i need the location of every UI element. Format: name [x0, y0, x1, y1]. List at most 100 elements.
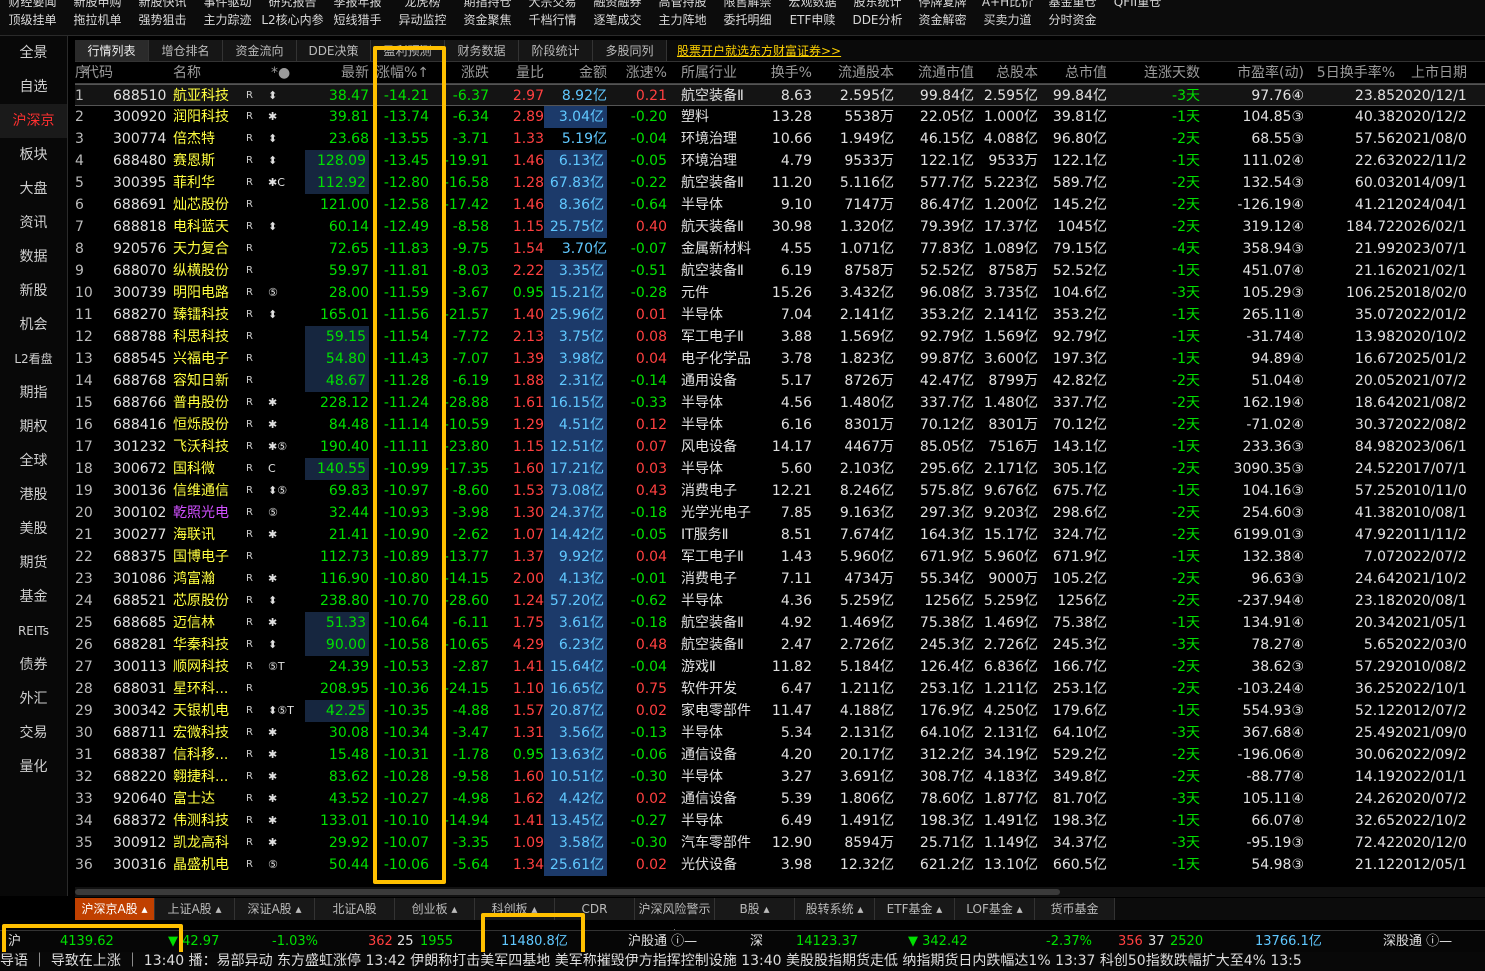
table-row[interactable]: 29 300342 天银机电 R ⬍⑤T 42.25 -10.35 -4.88 1.57 20.8… [75, 700, 1485, 722]
top-menu-item[interactable]: 大宗交易 [520, 0, 585, 11]
sz-index[interactable]: 14123.37 [796, 931, 858, 953]
market-tab[interactable]: 上证A股 ▴ [155, 898, 235, 920]
market-tab[interactable]: 沪深风险警示 ▴ [635, 898, 715, 938]
function-tab[interactable]: 多股同列 [593, 40, 667, 61]
sidebar-item[interactable]: 全球 [0, 444, 67, 478]
table-row[interactable]: 7 688818 电科蓝天 R ⬍ 60.14 -12.49 -8.58 1.15 25.75亿 0… [75, 216, 1485, 238]
table-row[interactable]: 4 688480 赛恩斯 R ⬍ 128.09 -13.45 -19.91 1.46 6.13亿 -… [75, 150, 1485, 172]
top-menu-item[interactable]: 强势狙击 [130, 11, 195, 29]
top-menu-item[interactable]: 融资融券 [585, 0, 650, 11]
top-menu-item[interactable]: 基金重仓 [1040, 0, 1105, 11]
table-row[interactable]: 17 301232 飞沃科技 R ✱⑤ 190.40 -11.11 -23.80 1.15 12.… [75, 436, 1485, 458]
horizontal-scrollbar[interactable] [75, 887, 1485, 897]
table-row[interactable]: 9 688070 纵横股份 R 59.97 -11.81 -8.03 2.22 3.35亿 -0.… [75, 260, 1485, 282]
sidebar-item[interactable]: 外汇 [0, 682, 67, 716]
top-menu-item[interactable]: 主力阵地 [650, 11, 715, 29]
table-row[interactable]: 10 300739 明阳电路 R ⑤ 28.00 -11.59 -3.67 0.95 15.21亿… [75, 282, 1485, 304]
function-tab[interactable]: 资金流向 [223, 40, 297, 61]
top-menu-item[interactable]: L2核心内参 [260, 11, 325, 29]
table-row[interactable]: 26 688281 华秦科技 R ⬍ 90.00 -10.58 -10.65 4.29 6.23亿… [75, 634, 1485, 656]
function-tab[interactable]: 阶段统计 [519, 40, 593, 61]
top-menu-item[interactable]: 顶级挂单 [0, 11, 65, 29]
column-header[interactable]: 流通股本 [812, 62, 894, 84]
column-header[interactable]: 5日换手率% [1304, 62, 1395, 84]
top-menu-item[interactable]: 拖拉机单 [65, 11, 130, 29]
table-row[interactable]: 19 300136 信维通信 R ⬍⑤ 69.83 -10.97 -8.60 1.53 73.08… [75, 480, 1485, 502]
sz-connect[interactable]: 深股通 ⓘ— [1383, 931, 1452, 953]
table-row[interactable]: 25 688685 迈信林 R ✱ 51.33 -10.64 -6.11 1.75 3.61亿 -0… [75, 612, 1485, 634]
market-tab[interactable]: 创业板 ▴ [395, 898, 475, 920]
column-header[interactable]: 涨跌 [429, 62, 489, 84]
sidebar-item[interactable]: 资讯 [0, 206, 67, 240]
top-menu-item[interactable]: A+H比价 [975, 0, 1040, 11]
table-row[interactable]: 13 688545 兴福电子 R 54.80 -11.43 -7.07 1.39 3.98亿 0.… [75, 348, 1485, 370]
market-tab[interactable]: 沪深京A股 ▴ [75, 898, 155, 920]
table-row[interactable]: 8 920576 天力复合 R 72.65 -11.83 -9.75 1.54 3.70亿 -0.… [75, 238, 1485, 260]
top-menu-item[interactable]: 股东统计 [845, 0, 910, 11]
table-row[interactable]: 16 688416 恒烁股份 R ✱ 84.48 -11.14 -10.59 1.29 4.51亿… [75, 414, 1485, 436]
top-menu-item[interactable]: 事件驱动 [195, 0, 260, 11]
table-row[interactable]: 20 300102 乾照光电 R ⑤ 32.44 -10.93 -3.98 1.30 24.37亿… [75, 502, 1485, 524]
sidebar-item[interactable]: 期权 [0, 410, 67, 444]
column-header[interactable]: 市盈率(动) [1200, 62, 1304, 84]
table-row[interactable]: 31 688387 信科移... R ✱ 15.48 -10.31 -1.78 0.95 13.6… [75, 744, 1485, 766]
sidebar-item[interactable]: 大盘 [0, 172, 67, 206]
function-tab[interactable]: 盈利预测 [371, 40, 445, 61]
column-header[interactable]: 涨幅%↑ [375, 62, 429, 84]
table-row[interactable]: 34 688372 伟测科技 R ✱ 133.01 -10.10 -14.94 1.41 13.4… [75, 810, 1485, 832]
top-menu-item[interactable]: DDE分析 [845, 11, 910, 29]
top-menu-item[interactable]: 龙虎榜 [390, 0, 455, 11]
column-header[interactable]: 涨速% [607, 62, 667, 84]
table-row[interactable]: 18 300672 国科微 R C 140.55 -10.99 -17.35 1.60 17.21… [75, 458, 1485, 480]
column-header[interactable]: 最新 [305, 62, 369, 84]
market-tab[interactable]: 深证A股 ▴ [235, 898, 315, 920]
top-menu-item[interactable]: 高管持股 [650, 0, 715, 11]
table-row[interactable]: 12 688788 科思科技 R 59.15 -11.54 -7.72 2.13 3.75亿 0.… [75, 326, 1485, 348]
top-menu-item[interactable]: 资金解密 [910, 11, 975, 29]
market-tab[interactable]: 货币基金 [1035, 898, 1115, 920]
top-menu-item[interactable]: 买卖力道 [975, 11, 1040, 29]
table-row[interactable]: 32 688220 翱捷科... R ✱ 83.62 -10.28 -9.58 1.60 10.5… [75, 766, 1485, 788]
top-menu-item[interactable]: 研究报告 [260, 0, 325, 11]
news-ticker[interactable]: 导语 ｜ 导致在上涨 ｜ 13:40 播：易部异动 东方盛虹涨停 13:42 伊… [0, 952, 1485, 971]
top-menu-item[interactable]: 异动监控 [390, 11, 455, 29]
table-row[interactable]: 27 300113 顺网科技 R ⑤T 24.39 -10.53 -2.87 1.41 15.64… [75, 656, 1485, 678]
column-header[interactable]: 名称 [173, 62, 243, 84]
column-header[interactable]: 换手% [769, 62, 812, 84]
table-row[interactable]: 24 688521 芯原股份 R ⬍ 238.80 -10.70 -28.60 1.24 57.2… [75, 590, 1485, 612]
table-row[interactable]: 2 300920 润阳科技 R ✱ 39.81 -13.74 -6.34 2.89 3.04亿 -0… [75, 106, 1485, 128]
sidebar-item[interactable]: 期指 [0, 376, 67, 410]
table-row[interactable]: 5 300395 菲利华 R ✱C 112.92 -12.80 -16.58 1.28 67.83… [75, 172, 1485, 194]
table-row[interactable]: 30 688711 宏微科技 R ✱ 30.08 -10.34 -3.47 1.31 3.56亿 -… [75, 722, 1485, 744]
function-tab[interactable]: 财务数据 [445, 40, 519, 61]
top-menu-item[interactable]: 限售解禁 [715, 0, 780, 11]
sidebar-item[interactable]: 美股 [0, 512, 67, 546]
sidebar-item[interactable]: 沪深京 [0, 104, 67, 138]
table-row[interactable]: 14 688768 容知日新 R 48.67 -11.28 -6.19 1.88 2.31亿 -0… [75, 370, 1485, 392]
market-tab[interactable]: LOF基金 ▴ [955, 898, 1035, 920]
sidebar-item[interactable]: 量化 [0, 750, 67, 784]
table-row[interactable]: 35 300912 凯龙高科 R ✱ 29.92 -10.07 -3.35 1.09 3.58亿 -… [75, 832, 1485, 854]
function-tab[interactable]: 行情列表 [75, 40, 149, 61]
sidebar-item[interactable]: 港股 [0, 478, 67, 512]
top-menu-item[interactable]: 逐笔成交 [585, 11, 650, 29]
top-menu-item[interactable]: ETF申赎 [780, 11, 845, 29]
sidebar-item[interactable]: 新股 [0, 274, 67, 308]
market-tab[interactable]: B股 ▴ [715, 898, 795, 920]
top-menu-item[interactable]: 季报年报 [325, 0, 390, 11]
table-row[interactable]: 36 300316 晶盛机电 R ⑤ 50.44 -10.06 -5.64 1.34 25.61亿… [75, 854, 1485, 876]
top-menu-item[interactable]: 千档行情 [520, 11, 585, 29]
column-header[interactable]: *● [271, 62, 299, 84]
top-menu-item[interactable]: 财经要闻 [0, 0, 65, 11]
sidebar-item[interactable]: 机会 [0, 308, 67, 342]
market-tab[interactable]: 股转系统 ▴ [795, 898, 875, 920]
top-menu-item[interactable]: 委托明细 [715, 11, 780, 29]
table-row[interactable]: 3 300774 倍杰特 R ⬍ 23.68 -13.55 -3.71 1.33 5.19亿 -0.… [75, 128, 1485, 150]
sidebar-item[interactable]: 板块 [0, 138, 67, 172]
sidebar-item[interactable]: REITs [0, 614, 67, 648]
sidebar-item[interactable]: L2看盘 [0, 342, 67, 376]
sidebar-item[interactable]: 数据 [0, 240, 67, 274]
account-promo-link[interactable]: 股票开户就选东方财富证券>> [677, 40, 841, 61]
column-header[interactable]: 总股本 [974, 62, 1038, 84]
table-row[interactable]: 33 920640 富士达 R ✱ 43.52 -10.27 -4.98 1.62 4.42亿 0.… [75, 788, 1485, 810]
